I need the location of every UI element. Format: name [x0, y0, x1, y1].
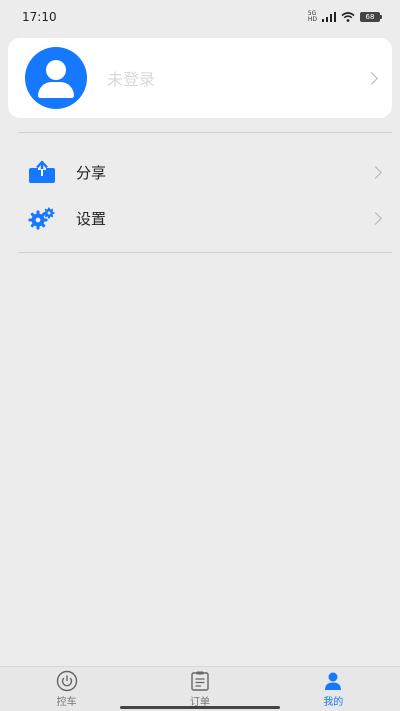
avatar-head-icon — [46, 60, 66, 80]
avatar[interactable] — [25, 47, 87, 109]
signal-icon — [322, 12, 336, 22]
gear-icon — [28, 204, 56, 232]
clipboard-icon — [191, 671, 209, 691]
chevron-right-icon — [365, 71, 378, 85]
tab-control-car-label: 控车 — [56, 697, 77, 708]
home-indicator[interactable] — [120, 706, 280, 709]
share-upload-icon — [28, 158, 56, 186]
tab-control-car[interactable]: 控车 — [17, 667, 117, 711]
divider-top — [18, 132, 392, 133]
tab-mine[interactable]: 我的 — [283, 667, 383, 711]
tab-orders[interactable]: 订单 — [150, 667, 250, 711]
bottom-tab-bar: 控车 订单 我的 — [0, 666, 400, 711]
menu-item-settings-label: 设置 — [76, 209, 107, 228]
power-icon — [56, 670, 77, 692]
avatar-body-icon — [38, 82, 74, 98]
menu-item-share[interactable]: 分享 — [18, 149, 392, 195]
divider-bottom — [18, 252, 392, 253]
profile-name: 未登录 — [107, 70, 156, 89]
menu-item-settings[interactable]: 设置 — [18, 195, 392, 241]
battery-icon: 68 — [360, 12, 382, 22]
tab-mine-label: 我的 — [323, 697, 344, 708]
status-indicators: 5G HD 68 — [307, 10, 382, 23]
network-label: 5G HD — [307, 10, 317, 23]
wifi-icon — [341, 12, 355, 22]
status-bar: 17:10 5G HD 68 — [0, 0, 400, 34]
chevron-right-icon — [369, 165, 382, 179]
profile-card[interactable]: 未登录 — [8, 38, 392, 118]
person-icon — [325, 672, 342, 690]
chevron-right-icon — [369, 211, 382, 225]
menu-item-share-label: 分享 — [76, 163, 107, 182]
status-time: 17:10 — [22, 10, 57, 24]
